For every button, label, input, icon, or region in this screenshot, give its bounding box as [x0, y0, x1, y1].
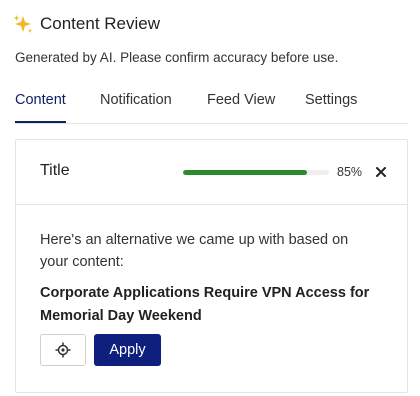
suggestion-intro: Here's an alternative we came up with ba… — [40, 232, 349, 270]
confidence-progress-fill — [183, 170, 308, 175]
panel-title: Content Review — [40, 14, 161, 33]
panel-header: Content Review — [12, 12, 160, 36]
close-icon — [376, 167, 386, 177]
card-header: Title 85% — [16, 140, 407, 205]
card-title: Title — [40, 162, 70, 179]
tab-feed-view[interactable]: Feed View — [207, 92, 275, 123]
locate-button[interactable] — [40, 334, 86, 366]
sparkle-icon — [12, 13, 34, 35]
apply-button[interactable]: Apply — [94, 334, 161, 366]
confidence-percent: 85% — [337, 165, 363, 179]
confidence-progress-bar — [183, 170, 329, 175]
suggested-title: Corporate Applications Require VPN Acces… — [40, 285, 370, 324]
tab-content[interactable]: Content — [15, 92, 66, 123]
review-card: Title 85% Here's an alternative we came … — [15, 139, 408, 393]
ai-disclaimer: Generated by AI. Please confirm accuracy… — [15, 50, 339, 65]
tab-settings[interactable]: Settings — [305, 92, 357, 123]
crosshair-icon — [55, 342, 71, 358]
close-button[interactable] — [372, 163, 390, 181]
tab-bar: Content Notification Feed View Settings — [15, 88, 408, 124]
tab-notification[interactable]: Notification — [100, 92, 172, 123]
